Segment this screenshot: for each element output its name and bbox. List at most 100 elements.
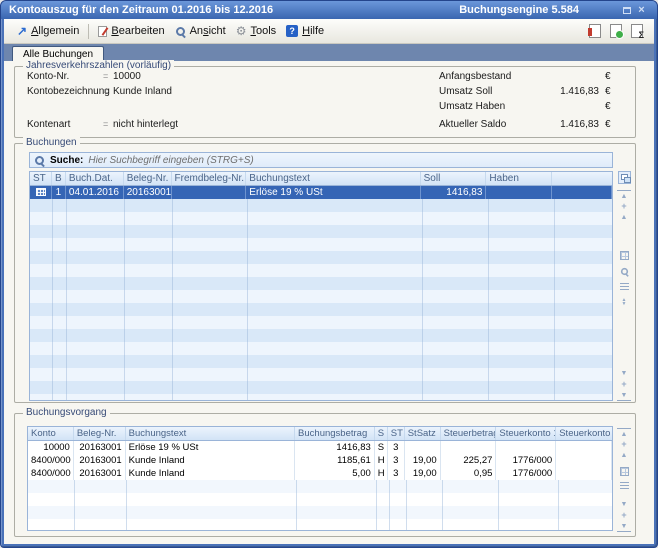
menu-bearbeiten[interactable]: Bearbeiten [93, 23, 169, 39]
table-row[interactable]: 8400/000 20163001 Kunde Inland 5,00 H 3 … [28, 467, 612, 480]
menu-hilfe[interactable]: ? Hilfe [281, 23, 329, 39]
groupbox-buchungsvorgang: Buchungsvorgang Konto Beleg-Nr. Buchungs… [14, 413, 636, 537]
column-header-belegnr[interactable]: Beleg-Nr. [124, 172, 172, 185]
cell-haben [486, 186, 552, 199]
report-document-icon [589, 24, 601, 38]
column-header-buchungsbetrag[interactable]: Buchungsbetrag [295, 427, 375, 440]
column-header-stsatz[interactable]: StSatz [405, 427, 441, 440]
column-header-fremdbelegnr[interactable]: Fremdbeleg-Nr. [172, 172, 247, 185]
table-header: ST B Buch.Dat. Beleg-Nr. Fremdbeleg-Nr. … [30, 172, 612, 186]
sum-export-button[interactable]: Σ [628, 22, 646, 40]
menu-tools-label: Tools [250, 25, 276, 37]
column-separator [124, 186, 125, 400]
goto-last-button[interactable]: ▼ [617, 390, 631, 401]
menu-ansicht[interactable]: Ansicht [170, 23, 231, 39]
menu-allgemein[interactable]: ↗ Allgemein [12, 23, 84, 39]
field-label-kontenart: Kontenart [27, 119, 70, 130]
scroll-up-button[interactable]: + [617, 439, 631, 450]
column-header-buchungstext[interactable]: Buchungstext [126, 427, 295, 440]
column-header-st[interactable]: ST [388, 427, 405, 440]
edit-icon [98, 26, 107, 37]
field-label-umsatz-haben: Umsatz Haben [439, 101, 505, 112]
column-header-konto[interactable]: Konto [28, 427, 74, 440]
column-header-buchungstext[interactable]: Buchungstext [246, 172, 420, 185]
cell-konto: 8400/000 [28, 467, 74, 480]
cell-stsatz: 19,00 [405, 467, 441, 480]
cell-belegnr: 20163001 [74, 441, 126, 454]
currency-unit: € [605, 101, 611, 112]
search-bar[interactable]: Suche: Hier Suchbegriff eingeben (STRG+S… [29, 152, 613, 168]
allgemein-arrow-icon: ↗ [17, 26, 27, 36]
field-label-konto-nr: Konto-Nr. [27, 71, 69, 82]
scroll-up-button[interactable]: + [617, 201, 631, 212]
cell-steuerbetrag [441, 441, 497, 454]
row-down-button[interactable]: ▼ [617, 499, 631, 510]
column-header-haben[interactable]: Haben [486, 172, 552, 185]
column-header-steuerbetrag[interactable]: Steuerbetrag [441, 427, 497, 440]
currency-unit: € [605, 119, 611, 130]
column-chooser-icon[interactable] [618, 171, 631, 184]
menu-tools[interactable]: ⚙ Tools [231, 23, 281, 39]
buchungen-table: ST B Buch.Dat. Beleg-Nr. Fremdbeleg-Nr. … [29, 171, 613, 401]
row-up-button[interactable]: ▲ [617, 450, 631, 461]
row-up-button[interactable]: ▲ [617, 212, 631, 223]
restore-button[interactable] [619, 4, 634, 17]
table-row[interactable]: 8400/000 20163001 Kunde Inland 1185,61 H… [28, 454, 612, 467]
column-header-soll[interactable]: Soll [421, 172, 487, 185]
cell-steuerkonto2 [556, 441, 612, 454]
cell-steuerkonto1: 1776/000 [496, 467, 556, 480]
table-nav-strip: ▲ + ▲ ▲▼ ▼ + ▼ [616, 171, 632, 401]
row-down-button[interactable]: ▼ [617, 368, 631, 379]
table-row-selected[interactable]: 1 04.01.2016 20163001 Erlöse 19 % USt 14… [30, 186, 612, 199]
titlebar: Kontoauszug für den Zeitraum 01.2016 bis… [1, 1, 657, 19]
column-separator [488, 186, 489, 400]
scroll-down-button[interactable]: + [617, 510, 631, 521]
column-header-steuerkonto1[interactable]: Steuerkonto 1 [496, 427, 556, 440]
cell-steuerkonto1: 1776/000 [496, 454, 556, 467]
list-view-icon[interactable] [620, 283, 629, 292]
scroll-down-button[interactable]: + [617, 379, 631, 390]
column-separator [172, 186, 173, 400]
cell-buchungstext: Kunde Inland [126, 454, 295, 467]
table-row[interactable]: 10000 20163001 Erlöse 19 % USt 1416,83 S… [28, 441, 612, 454]
column-header-b[interactable]: B [52, 172, 66, 185]
goto-first-button[interactable]: ▲ [617, 428, 631, 439]
close-button[interactable]: × [634, 4, 649, 17]
cell-steuerkonto2 [556, 467, 612, 480]
cell-filler [552, 186, 612, 199]
export-button[interactable] [607, 22, 625, 40]
cell-belegnr: 20163001 [74, 467, 126, 480]
menu-allgemein-label: Allgemein [31, 25, 79, 37]
gear-icon: ⚙ [236, 26, 247, 37]
cell-stsatz: 19,00 [405, 454, 441, 467]
currency-unit: € [605, 86, 611, 97]
column-header-buchdat[interactable]: Buch.Dat. [66, 172, 124, 185]
column-separator [66, 186, 67, 400]
column-header-s[interactable]: S [375, 427, 388, 440]
view-magnifier-icon [175, 26, 186, 37]
groupbox-title: Buchungen [23, 137, 80, 148]
grid-view-icon[interactable] [620, 251, 629, 260]
report-button[interactable] [586, 22, 604, 40]
list-view-icon[interactable] [620, 482, 629, 491]
column-header-st[interactable]: ST [30, 172, 52, 185]
menu-hilfe-label: Hilfe [302, 25, 324, 37]
goto-first-button[interactable]: ▲ [617, 190, 631, 201]
column-separator [422, 186, 423, 400]
column-separator [247, 186, 248, 400]
restore-icon [623, 7, 631, 14]
column-header-steuerkonto2[interactable]: Steuerkonto 2 [556, 427, 612, 440]
search-placeholder: Hier Suchbegriff eingeben (STRG+S) [88, 155, 253, 166]
search-rows-icon[interactable] [620, 267, 629, 276]
cell-s: H [375, 467, 388, 480]
goto-last-button[interactable]: ▼ [617, 521, 631, 532]
sort-icon[interactable]: ▲▼ [622, 298, 627, 306]
column-separator [52, 186, 53, 400]
row-type-cell [30, 186, 52, 199]
cell-steuerkonto2 [556, 454, 612, 467]
window-title: Kontoauszug für den Zeitraum 01.2016 bis… [9, 4, 459, 16]
export-document-icon [610, 24, 622, 38]
grid-view-icon[interactable] [620, 467, 629, 476]
field-separator-icon: = [103, 71, 108, 81]
column-header-belegnr[interactable]: Beleg-Nr. [74, 427, 126, 440]
